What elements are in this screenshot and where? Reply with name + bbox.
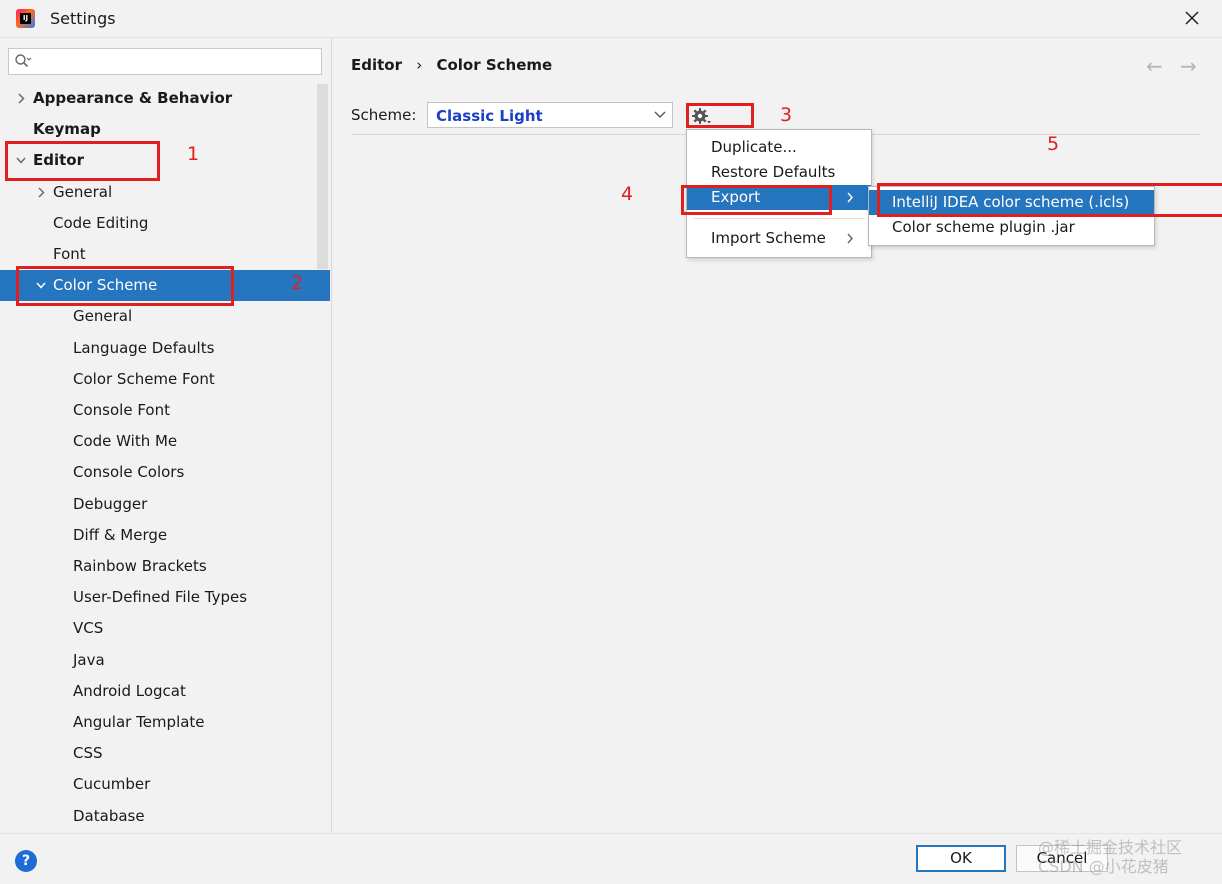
annotation-box-3	[686, 103, 754, 128]
chevron-right-icon	[847, 233, 853, 244]
sidebar-item-general[interactable]: General	[0, 177, 330, 208]
sidebar-item-label: User-Defined File Types	[73, 588, 248, 606]
window-title: Settings	[50, 9, 116, 28]
sidebar-item-label: Angular Template	[73, 713, 205, 731]
sidebar-item-code-with-me[interactable]: Code With Me	[0, 426, 330, 457]
annotation-number-2: 2	[291, 272, 304, 294]
back-arrow-icon[interactable]: ←	[1146, 54, 1163, 78]
settings-search-input[interactable]	[8, 48, 322, 75]
breadcrumb: Editor › Color Scheme	[351, 56, 552, 74]
watermark-line-2: CSDN @小花皮猪	[1038, 857, 1169, 876]
sidebar-item-label: General	[53, 183, 113, 201]
chevron-down-icon	[654, 111, 666, 118]
annotation-number-1: 1	[187, 143, 200, 165]
breadcrumb-separator: ›	[416, 56, 423, 74]
annotation-number-5: 5	[1047, 133, 1060, 155]
scheme-label: Scheme:	[351, 106, 417, 124]
sidebar-item-appearance-behavior[interactable]: Appearance & Behavior	[0, 83, 330, 114]
menu-item-duplicate[interactable]: Duplicate...	[687, 135, 871, 160]
annotation-box-5	[877, 183, 1222, 217]
sidebar-item-css[interactable]: CSS	[0, 738, 330, 769]
sidebar-item-color-scheme-font[interactable]: Color Scheme Font	[0, 364, 330, 395]
intellij-app-icon: IJ	[16, 9, 35, 28]
sidebar-item-label: VCS	[73, 619, 104, 637]
menu-item-label: Duplicate...	[711, 138, 797, 156]
chevron-right-icon	[847, 192, 853, 203]
annotation-number-3: 3	[780, 104, 793, 126]
sidebar-item-android-logcat[interactable]: Android Logcat	[0, 676, 330, 707]
watermark: @稀土掘金技术社区 CSDN @小花皮猪	[1038, 838, 1182, 876]
sidebar-item-label: Database	[73, 807, 145, 825]
sidebar-item-label: Cucumber	[73, 775, 151, 793]
sidebar-item-database[interactable]: Database	[0, 801, 330, 832]
close-button[interactable]	[1178, 6, 1206, 32]
scheme-dropdown[interactable]: Classic Light	[427, 102, 673, 128]
sidebar-item-vcs[interactable]: VCS	[0, 613, 330, 644]
sidebar-item-label: Appearance & Behavior	[33, 89, 233, 107]
annotation-number-4: 4	[621, 183, 634, 205]
ok-button[interactable]: OK	[916, 845, 1006, 872]
sidebar-item-debugger[interactable]: Debugger	[0, 489, 330, 520]
breadcrumb-current: Color Scheme	[436, 56, 553, 74]
menu-item-import-scheme[interactable]: Import Scheme	[687, 226, 871, 251]
menu-separator	[693, 218, 865, 219]
sidebar-item-user-defined-file-types[interactable]: User-Defined File Types	[0, 582, 330, 613]
sidebar-item-label: Console Colors	[73, 463, 185, 481]
sidebar-item-cucumber[interactable]: Cucumber	[0, 769, 330, 800]
forward-arrow-icon[interactable]: →	[1180, 54, 1197, 78]
chevron-right-icon[interactable]	[14, 83, 28, 114]
watermark-line-1: @稀土掘金技术社区	[1038, 838, 1183, 857]
scheme-dropdown-value: Classic Light	[436, 107, 543, 125]
chevron-right-icon[interactable]	[34, 177, 48, 208]
menu-item-restore-defaults[interactable]: Restore Defaults	[687, 160, 871, 185]
title-bar	[0, 0, 1222, 38]
menu-item-label: Restore Defaults	[711, 163, 836, 181]
sidebar-item-label: Rainbow Brackets	[73, 557, 207, 575]
sidebar-item-rainbow-brackets[interactable]: Rainbow Brackets	[0, 551, 330, 582]
close-icon	[1185, 11, 1199, 25]
sidebar-item-label: CSS	[73, 744, 103, 762]
sidebar-item-label: Code Editing	[53, 214, 149, 232]
sidebar-item-diff-merge[interactable]: Diff & Merge	[0, 520, 330, 551]
sidebar-item-code-editing[interactable]: Code Editing	[0, 208, 330, 239]
app-icon-glyph: IJ	[20, 13, 31, 24]
annotation-box-2	[16, 266, 234, 306]
submenu-item-plugin-jar[interactable]: Color scheme plugin .jar	[869, 215, 1154, 240]
sidebar-item-angular-template[interactable]: Angular Template	[0, 707, 330, 738]
menu-item-label: Import Scheme	[711, 229, 826, 247]
sidebar-item-label: Code With Me	[73, 432, 178, 450]
sidebar-item-label: Console Font	[73, 401, 170, 419]
breadcrumb-parent[interactable]: Editor	[351, 56, 402, 74]
sidebar-item-console-font[interactable]: Console Font	[0, 395, 330, 426]
sidebar-item-label: Color Scheme Font	[73, 370, 215, 388]
sidebar-item-label: Android Logcat	[73, 682, 186, 700]
sidebar-item-java[interactable]: Java	[0, 645, 330, 676]
sidebar-item-label: Language Defaults	[73, 339, 215, 357]
sidebar-item-label: Java	[73, 651, 105, 669]
sidebar-item-console-colors[interactable]: Console Colors	[0, 457, 330, 488]
annotation-box-4	[681, 185, 832, 215]
sidebar-item-label: Diff & Merge	[73, 526, 168, 544]
sidebar-item-label: Debugger	[73, 495, 148, 513]
annotation-box-1	[5, 141, 160, 181]
search-icon[interactable]	[14, 53, 32, 69]
submenu-item-label: Color scheme plugin .jar	[892, 218, 1075, 236]
sidebar-item-language-defaults[interactable]: Language Defaults	[0, 333, 330, 364]
help-icon[interactable]: ?	[15, 850, 37, 872]
